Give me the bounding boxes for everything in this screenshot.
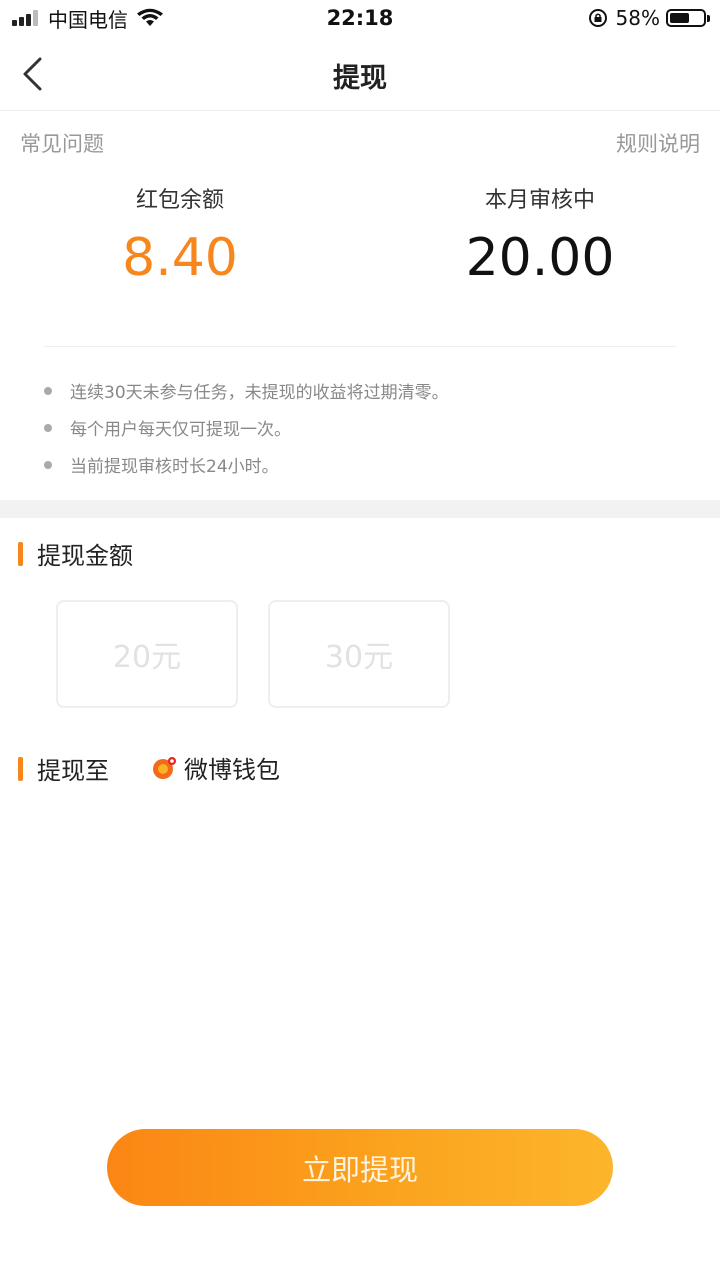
withdraw-amount-header: 提现金额 (18, 536, 133, 571)
wallet-selector[interactable]: 微博钱包 (152, 750, 280, 785)
withdraw-to-header: 提现至 (18, 751, 109, 786)
pending-value: 20.00 (465, 228, 615, 288)
nav-bar: 提现 (0, 40, 720, 111)
balance-label: 红包余额 (135, 188, 224, 213)
balance-stat: 红包余额 8.40 (0, 182, 360, 284)
note-item: 每个用户每天仅可提现一次。 (44, 409, 449, 446)
note-text: 连续30天未参与任务，未提现的收益将过期清零。 (70, 383, 449, 403)
note-item: 当前提现审核时长24小时。 (44, 446, 449, 483)
battery-percent: 58% (615, 6, 660, 30)
faq-link[interactable]: 常见问题 (20, 128, 104, 158)
status-bar: 中国电信 22:18 58% (0, 0, 720, 40)
section-accent-bar (18, 756, 23, 781)
bullet-icon (44, 423, 52, 432)
withdraw-amount-title: 提现金额 (37, 542, 133, 570)
section-separator (0, 500, 720, 518)
status-right: 58% (588, 6, 710, 30)
divider (44, 346, 676, 347)
balance-value: 8.40 (122, 228, 238, 288)
rotation-lock-icon (588, 9, 607, 27)
weibo-wallet-icon (153, 756, 176, 779)
battery-fill (670, 13, 689, 23)
notes-list: 连续30天未参与任务，未提现的收益将过期清零。 每个用户每天仅可提现一次。 当前… (44, 372, 449, 483)
bullet-icon (44, 386, 52, 395)
page-title: 提现 (333, 63, 387, 94)
note-text: 当前提现审核时长24小时。 (70, 457, 279, 477)
wallet-name: 微博钱包 (184, 756, 280, 784)
withdraw-to-title: 提现至 (37, 757, 109, 785)
withdraw-now-button[interactable]: 立即提现 (107, 1129, 613, 1206)
amount-option-30[interactable]: 30元 (268, 600, 450, 708)
bullet-icon (44, 460, 52, 469)
pending-stat: 本月审核中 20.00 (360, 182, 720, 284)
battery-icon (666, 9, 710, 27)
rules-link[interactable]: 规则说明 (616, 128, 700, 158)
note-item: 连续30天未参与任务，未提现的收益将过期清零。 (44, 372, 449, 409)
amount-option-20[interactable]: 20元 (56, 600, 238, 708)
note-text: 每个用户每天仅可提现一次。 (70, 420, 291, 440)
pending-label: 本月审核中 (484, 188, 595, 213)
section-accent-bar (18, 541, 23, 566)
